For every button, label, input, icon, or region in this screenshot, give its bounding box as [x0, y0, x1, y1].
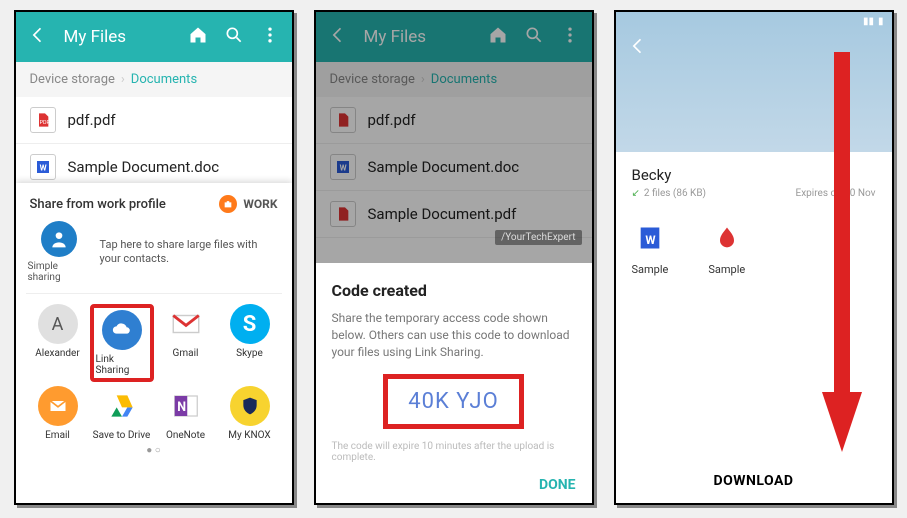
simple-sharing[interactable]: Simple sharing Tap here to share large f… [26, 221, 282, 294]
chevron-right-icon: › [121, 72, 125, 87]
done-button[interactable]: DONE [332, 477, 576, 493]
simple-sharing-label: Simple sharing [28, 261, 90, 283]
battery-icon: ▮ [878, 16, 884, 27]
file-item[interactable]: Sample [708, 219, 745, 276]
dialog-desc: Share the temporary access code shown be… [332, 310, 576, 360]
share-target-gmail[interactable]: Gmail [154, 304, 218, 382]
shield-icon [230, 386, 270, 426]
simple-sharing-text: Tap here to share large files with your … [100, 238, 280, 267]
file-name: pdf.pdf [68, 111, 116, 129]
phone-2-code-created: My Files Device storage › Documents pdf.… [314, 10, 594, 505]
svg-text:W: W [39, 163, 46, 172]
share-title: Share from work profile [30, 197, 166, 212]
svg-text:N: N [177, 400, 186, 415]
avatar-icon: A [38, 304, 78, 344]
cloud-link-icon [102, 310, 142, 350]
share-target-knox[interactable]: My KNOX [218, 386, 282, 441]
back-icon[interactable] [628, 36, 648, 60]
pdf-icon [712, 219, 742, 257]
share-target-email[interactable]: Email [26, 386, 90, 441]
file-name: Sample Document.doc [68, 158, 220, 176]
header-area: ▮▮ ▮ [616, 12, 892, 152]
onenote-icon: N [166, 386, 206, 426]
pdf-icon: PDF [30, 107, 56, 133]
more-icon[interactable] [260, 25, 280, 49]
back-icon[interactable] [28, 25, 48, 49]
received-files: W Sample Sample [632, 219, 876, 276]
file-list: PDF pdf.pdf W Sample Document.doc [16, 97, 292, 191]
status-bar: ▮▮ ▮ [616, 16, 892, 27]
phone-1-share-sheet: My Files Device storage › Documents PDF … [14, 10, 294, 505]
skype-icon: S [230, 304, 270, 344]
share-target-drive[interactable]: Save to Drive [90, 386, 154, 441]
home-icon[interactable] [188, 25, 208, 49]
expires-label: Expires on 10 Nov [796, 188, 876, 199]
search-icon[interactable] [224, 25, 244, 49]
access-code: 40K YJO [383, 374, 523, 429]
code-dialog: Code created Share the temporary access … [316, 263, 592, 503]
email-icon [38, 386, 78, 426]
download-button[interactable]: DOWNLOAD [616, 473, 892, 489]
down-arrow-icon: ↙ [632, 188, 640, 199]
file-summary-row: ↙ 2 files (86 KB) Expires on 10 Nov [632, 188, 876, 199]
phone-3-download: ▮▮ ▮ Becky ↙ 2 files (86 KB) Expires on … [614, 10, 894, 505]
share-targets: A Alexander Link Sharing Gmail S Skype E… [26, 294, 282, 441]
contact-icon [41, 221, 77, 257]
svg-text:PDF: PDF [39, 120, 49, 126]
app-bar: My Files [16, 12, 292, 62]
gmail-icon [166, 304, 206, 344]
file-item[interactable]: W Sample [632, 219, 669, 276]
share-target-skype[interactable]: S Skype [218, 304, 282, 382]
file-summary: 2 files (86 KB) [644, 188, 706, 199]
breadcrumb-current[interactable]: Documents [131, 72, 197, 87]
share-sheet: Share from work profile WORK Simple shar… [16, 183, 292, 503]
doc-icon: W [635, 219, 665, 257]
share-target-onenote[interactable]: N OneNote [154, 386, 218, 441]
dialog-title: Code created [332, 281, 576, 300]
breadcrumb-root[interactable]: Device storage [30, 72, 115, 87]
drive-icon [102, 386, 142, 426]
file-row[interactable]: PDF pdf.pdf [16, 97, 292, 144]
page-indicator: ● ○ [26, 441, 282, 456]
sender-name: Becky [632, 166, 876, 184]
work-badge: WORK [219, 195, 277, 213]
share-target-alexander[interactable]: A Alexander [26, 304, 90, 382]
breadcrumb[interactable]: Device storage › Documents [16, 62, 292, 97]
share-target-link-sharing[interactable]: Link Sharing [90, 304, 154, 382]
content-card: Becky ↙ 2 files (86 KB) Expires on 10 No… [616, 152, 892, 503]
app-title: My Files [64, 27, 172, 47]
signal-icon: ▮▮ [863, 16, 874, 27]
doc-icon: W [30, 154, 56, 180]
briefcase-icon [219, 195, 237, 213]
svg-text:W: W [645, 233, 656, 247]
expire-note: The code will expire 10 minutes after th… [332, 441, 576, 463]
watermark: /YourTechExpert [495, 230, 581, 245]
